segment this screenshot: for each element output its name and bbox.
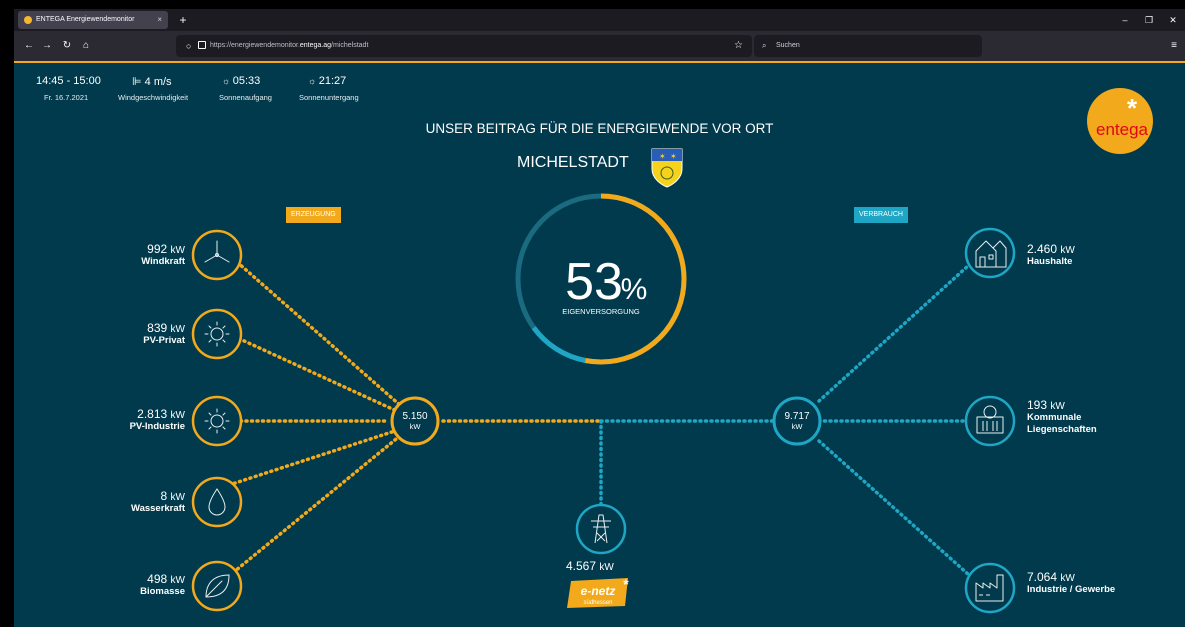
svg-text:*: * [1127,93,1138,123]
source-label-hydro: 8 kW Wasserkraft [130,489,185,514]
sunset-label: Sonnenuntergang [299,93,359,102]
sunrise-label: Sonnenaufgang [219,93,272,102]
city-name: MICHELSTADT [517,154,629,171]
tracking-shield-icon[interactable]: ○ [186,35,191,57]
gauge-label: EIGENVERSORGUNG [562,307,640,316]
wind-speed-label: Windgeschwindigkeit [118,93,189,102]
generation-total-value: 5.150 [402,411,427,422]
search-input[interactable]: ⌕ Suchen [754,35,982,57]
sunrise-row: ☼ 05:33 [222,75,260,87]
gauge-value: 53 [565,253,623,311]
browser-tab[interactable]: ENTEGA Energiewendemonitor × [18,11,168,29]
wind-speed: 4 m/s [144,76,172,88]
tab-bar: ENTEGA Energiewendemonitor × + – ❐ ✕ [14,9,1185,31]
households-icon-circle [964,227,1016,279]
tab-title: ENTEGA Energiewendemonitor [36,16,135,23]
coat-of-arms-icon: ✶ ✶ [651,148,683,188]
search-placeholder: Suchen [776,42,800,49]
time-range: 14:45 - 15:00 [36,75,101,87]
source-label-biomass: 498 kW Biomasse [140,572,185,597]
consumption-total-unit: kW [792,422,804,431]
e-netz-text: e-netz [581,584,616,598]
sunrise-time: 05:33 [232,75,261,87]
generation-hub: 5.150 kW [390,396,440,446]
sunset-time: 21:27 [318,75,347,87]
gauge-unit: % [621,273,648,306]
e-netz-logo: e-netz südhessen * [567,576,629,608]
close-tab-icon[interactable]: × [157,11,162,29]
generation-total-unit: kW [410,422,422,431]
flow-line-households [817,263,971,403]
sink-label-households: 2.460 kW Haushalte [1027,242,1075,267]
energy-flow-visualization: 53 % EIGENVERSORGUNG 5.150 kW 9.717 kW e… [191,88,1153,614]
pv-private-icon-circle [191,308,243,360]
home-icon[interactable]: ⌂ [79,38,93,54]
grid-icon-circle [575,503,627,555]
address-bar[interactable]: ○ https://energiewendemonitor.entega.ag/… [176,35,752,57]
pv-industry-icon-circle [191,395,243,447]
source-label-pv-industry: 2.813 kW PV-Industrie [129,407,185,432]
window-close-icon[interactable]: ✕ [1163,12,1183,28]
lock-icon[interactable] [198,41,206,49]
date: Fr. 16.7.2021 [44,93,89,102]
new-tab-button[interactable]: + [174,11,192,29]
flow-line-wind [227,253,403,408]
grid-value: 4.567 kW [566,559,614,573]
energy-monitor-page: 53 % EIGENVERSORGUNG 5.150 kW 9.717 kW e… [14,63,1185,627]
sunrise-icon: ☼ [222,76,233,86]
svg-text:✶: ✶ [659,152,666,161]
flow-line-pv-private [227,332,403,415]
svg-text:*: * [623,576,629,592]
reload-icon[interactable]: ↻ [60,38,74,54]
consumption-total-value: 9.717 [784,411,809,422]
consumption-hub: 9.717 kW [772,396,822,446]
bookmark-star-icon[interactable]: ☆ [734,35,743,57]
flow-line-industry [817,439,971,577]
wind-speed-row: ⊫ 4 m/s [132,75,172,88]
sunset-icon: ☼ [308,76,319,86]
sunset-row: ☼ 21:27 [308,75,346,87]
url-text[interactable]: https://energiewendemonitor.entega.ag/mi… [210,35,368,57]
sink-label-industry: 7.064 kW Industrie / Gewerbe [1027,570,1116,595]
hydro-icon-circle [191,476,243,528]
wind-flag-icon: ⊫ [132,76,145,88]
source-label-wind: 992 kW Windkraft [141,242,185,267]
municipal-icon-circle [964,395,1016,447]
self-supply-gauge: 53 % EIGENVERSORGUNG [515,193,687,365]
back-icon[interactable]: ← [22,38,36,54]
browser-window: ENTEGA Energiewendemonitor × + – ❐ ✕ ← →… [14,9,1185,627]
generation-tag: ERZEUGUNG [286,207,341,223]
navigation-bar: ← → ↻ ⌂ ○ https://energiewendemonitor.en… [14,31,1185,61]
flow-line-biomass [227,433,403,578]
page-title: UNSER BEITRAG FÜR DIE ENERGIEWENDE VOR O… [425,121,774,136]
favicon-icon [24,16,32,24]
svg-text:✶: ✶ [670,152,677,161]
source-label-pv-private: 839 kW PV-Privat [143,321,185,346]
forward-icon[interactable]: → [40,38,54,54]
e-netz-subtext: südhessen [583,600,612,606]
minimize-icon[interactable]: – [1115,12,1135,28]
consumption-tag: VERBRAUCH [854,207,908,223]
search-icon: ⌕ [762,41,767,50]
menu-icon[interactable]: ≡ [1171,38,1177,54]
restore-icon[interactable]: ❐ [1139,12,1159,28]
sink-label-municipal: 193 kW Kommunale Liegenschaften [1027,398,1097,435]
